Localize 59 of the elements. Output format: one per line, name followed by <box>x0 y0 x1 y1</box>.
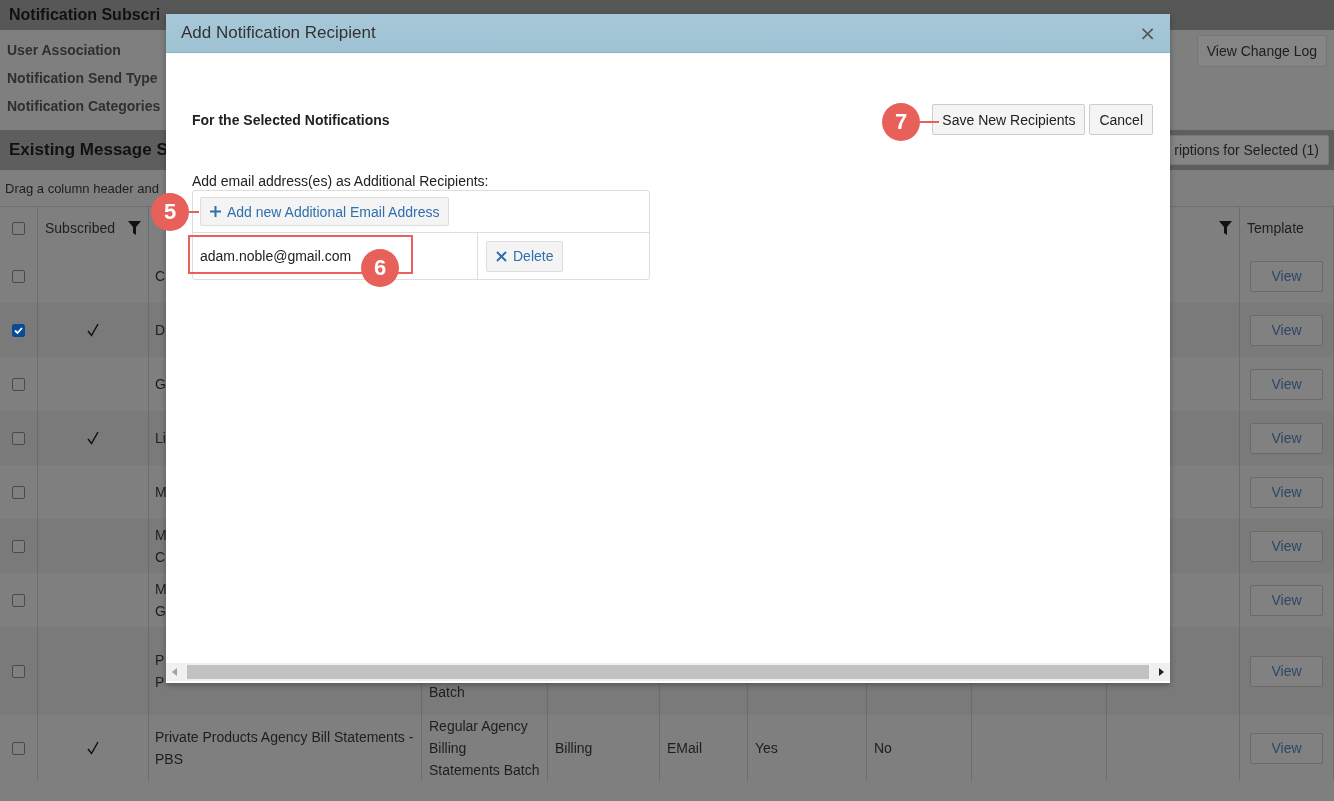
table-cell-text: M G <box>155 580 167 621</box>
row-checkbox[interactable] <box>12 377 25 391</box>
view-change-log-button[interactable]: View Change Log <box>1196 35 1327 67</box>
delete-button[interactable]: Delete <box>486 240 564 272</box>
row-checkbox[interactable] <box>12 485 25 499</box>
save-button[interactable]: Save New Recipients <box>932 104 1086 135</box>
row-checkbox[interactable] <box>12 431 25 445</box>
row-checkbox[interactable] <box>12 593 25 607</box>
table-cell-text: No <box>874 739 892 758</box>
filter-label: User Association <box>7 42 122 58</box>
view-button[interactable]: View <box>1250 368 1323 400</box>
recipients-label: Add email address(es) as Additional Recipients: <box>192 173 489 189</box>
table-cell-text: Batch <box>429 683 465 702</box>
filter-label: Notification Send Type <box>7 70 159 86</box>
table-cell-text: Billing <box>555 739 593 758</box>
table-cell-text: EMail <box>667 739 702 758</box>
leader-line <box>920 121 939 123</box>
table-cell-text: G <box>155 375 166 394</box>
view-button[interactable]: View <box>1250 260 1323 292</box>
row-checkbox[interactable] <box>12 323 25 337</box>
column-header[interactable]: Template <box>1247 217 1304 239</box>
view-button[interactable]: View <box>1250 476 1323 508</box>
column-header[interactable]: Subscribed <box>45 217 116 239</box>
horizontal-scrollbar[interactable] <box>166 663 1170 681</box>
table-cell-text: Li <box>155 429 166 448</box>
view-button[interactable]: View <box>1250 584 1323 616</box>
view-button[interactable]: View <box>1250 422 1323 454</box>
table-cell-text: M C <box>155 526 167 567</box>
page-title: Notification Subscri <box>9 6 161 24</box>
cancel-button[interactable]: Cancel <box>1089 104 1153 135</box>
filter-icon[interactable] <box>128 221 141 235</box>
filter-icon[interactable] <box>1219 221 1232 235</box>
section-heading: For the Selected Notifications <box>192 111 390 128</box>
table-cell-text: Yes <box>755 739 778 758</box>
dialog-title: Add Notification Recipient <box>181 23 376 43</box>
row-checkbox[interactable] <box>12 664 25 678</box>
close-button[interactable]: × <box>1139 21 1156 45</box>
row-checkbox[interactable] <box>12 269 25 283</box>
select-all-checkbox[interactable] <box>12 221 25 235</box>
table-cell-text: M <box>155 483 167 502</box>
cross-icon <box>496 250 507 262</box>
view-button[interactable]: View <box>1250 530 1323 562</box>
view-button[interactable]: View <box>1250 314 1323 346</box>
row-checkbox[interactable] <box>12 741 25 755</box>
filter-label: Notification Categories <box>7 98 161 114</box>
view-button[interactable]: View <box>1250 732 1323 764</box>
table-cell-text: D <box>155 321 166 340</box>
add-email-button[interactable]: Add new Additional Email Address <box>200 197 450 226</box>
email-address[interactable]: adam.noble@gmail.com <box>200 248 352 264</box>
table-cell-text: C <box>155 267 166 286</box>
scrollbar-thumb[interactable] <box>187 665 1149 679</box>
plus-icon <box>210 206 221 217</box>
view-button[interactable]: View <box>1250 655 1323 687</box>
table-cell-text: Private Products Agency Bill Statements - PBS <box>155 728 414 769</box>
table-cell-text: Regular Agency Billing Statements Batch <box>429 717 540 780</box>
group-hint: Drag a column header and <box>5 180 159 196</box>
table-cell-text: P P <box>155 651 165 692</box>
row-checkbox[interactable] <box>12 539 25 553</box>
step-badge: 5 <box>151 193 189 231</box>
